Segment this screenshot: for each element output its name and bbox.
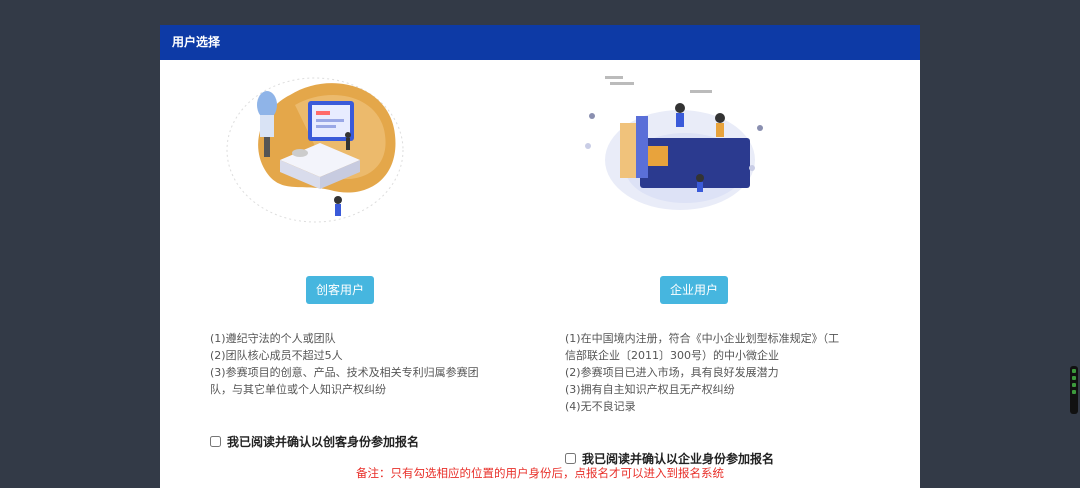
- enterprise-requirement-item: 信部联企业〔2011〕300号）的中小微企业: [565, 349, 779, 362]
- enterprise-requirement-item: (2)参赛项目已进入市场，具有良好发展潜力: [565, 366, 779, 379]
- enterprise-team-illustration-icon: [585, 76, 763, 210]
- enterprise-user-button[interactable]: 企业用户: [660, 276, 729, 304]
- enterprise-agree-checkbox[interactable]: [565, 453, 576, 464]
- user-type-dialog: 用户选择 创客用户 (1)遵纪守法的个人或团队 (2)团队核心成员不超过5人 (…: [160, 25, 920, 488]
- scroll-indicator[interactable]: [1070, 366, 1078, 414]
- enterprise-user-panel: 企业用户 (1)在中国境内注册，符合《中小企业划型标准规定》（工 信部联企业〔2…: [540, 60, 920, 488]
- enterprise-requirement-item: (3)拥有自主知识产权且无产权纠纷: [565, 383, 735, 396]
- maker-requirement-item: (3)参赛项目的创意、产品、技术及相关专利归属参赛团: [210, 366, 479, 379]
- enterprise-requirement-item: (1)在中国境内注册，符合《中小企业划型标准规定》（工: [565, 332, 840, 345]
- dialog-title: 用户选择: [160, 25, 920, 60]
- registration-note: 备注：只有勾选相应的位置的用户身份后，点报名才可以进入到报名系统: [356, 466, 724, 480]
- maker-requirement-item: 队，与其它单位或个人知识产权纠纷: [210, 383, 386, 396]
- maker-agree-label: 我已阅读并确认以创客身份参加报名: [227, 435, 420, 449]
- maker-team-illustration-icon: [226, 77, 404, 223]
- maker-requirement-item: (1)遵纪守法的个人或团队: [210, 332, 336, 345]
- maker-agree-checkbox[interactable]: [210, 436, 221, 447]
- maker-requirement-item: (2)团队核心成员不超过5人: [210, 349, 343, 362]
- enterprise-requirement-item: (4)无不良记录: [565, 400, 636, 413]
- maker-agree-row[interactable]: 我已阅读并确认以创客身份参加报名: [210, 433, 419, 450]
- maker-user-button[interactable]: 创客用户: [306, 276, 375, 304]
- enterprise-requirements-list: (1)在中国境内注册，符合《中小企业划型标准规定》（工 信部联企业〔2011〕3…: [565, 330, 839, 415]
- maker-user-panel: 创客用户 (1)遵纪守法的个人或团队 (2)团队核心成员不超过5人 (3)参赛项…: [160, 60, 540, 488]
- maker-requirements-list: (1)遵纪守法的个人或团队 (2)团队核心成员不超过5人 (3)参赛项目的创意、…: [210, 330, 479, 398]
